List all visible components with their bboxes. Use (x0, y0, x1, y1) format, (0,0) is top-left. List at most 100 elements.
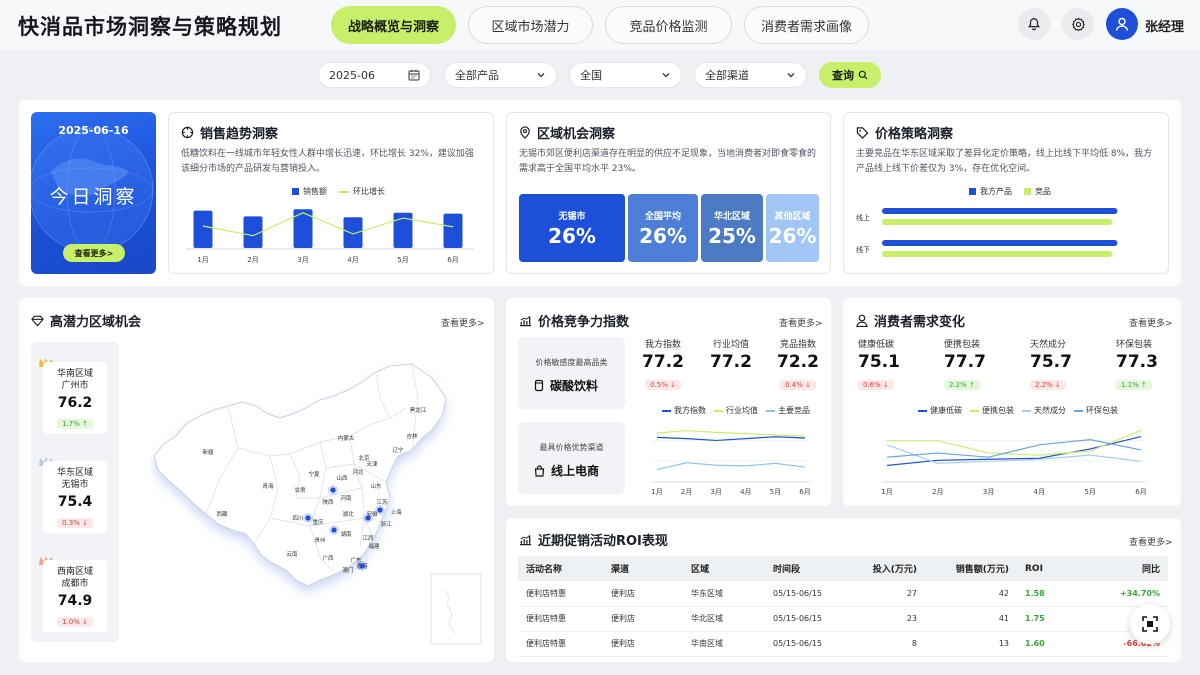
tab-competitor-price[interactable]: 竞品价格监测 (605, 6, 732, 44)
settings-button[interactable] (1062, 8, 1094, 40)
region-card[interactable]: 华东区域 无锡市 75.4 0.3% ↓ (43, 461, 107, 533)
user-icon (1115, 17, 1129, 31)
table-header-cell[interactable]: 同比 (1077, 556, 1168, 581)
table-header-cell[interactable]: 活动名称 (518, 556, 603, 581)
x-tick-label: 3月 (710, 488, 721, 496)
person-icon (856, 314, 868, 327)
change-badge: 1.7% ↑ (57, 419, 93, 429)
map-label: 贵州 (314, 536, 325, 544)
table-row[interactable]: 便利店特惠便利店华北区域05/15-06/1523411.75+32.2 (518, 606, 1168, 632)
price-bar[interactable] (882, 240, 1118, 246)
x-tick-label: 6月 (1135, 488, 1146, 496)
sales-trend-title: 销售趋势洞察 (200, 127, 279, 142)
sales-bar[interactable] (443, 213, 463, 248)
map-marker[interactable] (359, 563, 365, 569)
user-name: 张经理 (1145, 20, 1185, 35)
x-tick-label: 6月 (799, 488, 810, 496)
notification-button[interactable] (1018, 8, 1050, 40)
table-cell: +34.70% (1077, 581, 1168, 607)
stat-box-wuxi: 无锡市 26% (519, 194, 625, 262)
channel-select[interactable]: 全部渠道 (694, 62, 807, 88)
stat-box-other: 其他区域 26% (766, 194, 819, 262)
table-header-cell[interactable]: 区域 (683, 556, 765, 581)
table-header-cell[interactable]: 时间段 (765, 556, 845, 581)
x-tick-label: 2月 (247, 256, 258, 264)
table-row[interactable]: 便利店特惠 便利店 华南区域 05/15-06/15 8 13 1.60 -66.02% (518, 631, 1168, 657)
map-marker[interactable] (365, 515, 371, 521)
high-potential-more-link[interactable]: 查看更多> (441, 316, 485, 329)
legend-swatch (1022, 409, 1031, 412)
map-label: 湖南 (340, 530, 352, 538)
calendar-icon (408, 70, 420, 81)
table-header-cell[interactable]: 渠道 (603, 556, 683, 581)
map-label: 内蒙古 (338, 434, 355, 442)
today-title: 今日洞察 (49, 186, 138, 208)
region-city: 广州市 (61, 381, 89, 391)
china-map[interactable]: 新疆西藏 青海甘肃 内蒙古 黑龙江吉林辽宁北京天津河北山西 宁夏陕西 山东河南四川 重庆 湖北… (150, 358, 490, 648)
change-badge: 2.2% ↓ (1030, 380, 1066, 390)
table-cell: 便利店特惠 (518, 581, 603, 607)
query-button[interactable]: 查询 (819, 62, 881, 88)
series-line (656, 462, 806, 471)
table-cell: 1.58 (1017, 581, 1077, 607)
sales-bar[interactable] (193, 210, 213, 248)
series-line (656, 429, 806, 437)
sensitive-category-value: 碳酸饮料 (550, 379, 599, 393)
table-row[interactable]: 便利店特惠 便利店 华东区域 05/15-06/15 27 42 1.58 +34.70% (518, 581, 1168, 607)
consumer-demand-more-link[interactable]: 查看更多> (1129, 316, 1173, 329)
legend-label: 主要竞品 (778, 406, 810, 415)
avatar[interactable] (1106, 8, 1138, 40)
map-label: 黑龙江 (410, 406, 427, 414)
map-label: 山西 (336, 474, 348, 482)
change-badge: 0.5% ↓ (645, 380, 681, 390)
table-cell: 23 (845, 606, 925, 632)
consumer-legend: 健康低碳 便携包装 天然成分 环保包装 (918, 405, 1118, 416)
table-cell: 8 (845, 631, 925, 657)
competitiveness-metric: 行业均值 77.2 (708, 337, 754, 372)
sales-bar[interactable] (343, 217, 363, 248)
map-label: 湖北 (342, 510, 354, 518)
table-header-cell[interactable]: 销售额(万元) (925, 556, 1017, 581)
map-marker[interactable] (330, 487, 336, 493)
x-tick-label: 6月 (447, 256, 458, 264)
price-bar[interactable] (882, 219, 1113, 225)
map-label: 澳门 (342, 566, 353, 574)
map-marker[interactable] (331, 527, 337, 533)
metric-value: 77.2 (642, 352, 684, 372)
region-area: 华南区域 (56, 369, 93, 379)
region-select[interactable]: 全国 (569, 62, 682, 88)
price-legend: 我方产品 竞品 (969, 186, 1051, 197)
map-marker[interactable] (305, 515, 311, 521)
price-competitiveness-more-link[interactable]: 查看更多> (779, 316, 823, 329)
region-card[interactable]: 西南区域 成都市 74.9 1.0% ↓ (43, 560, 107, 632)
fullscreen-button[interactable] (1130, 604, 1170, 644)
roi-more-link[interactable]: 查看更多> (1129, 535, 1173, 548)
region-card[interactable]: 华南区域 广州市 76.2 1.7% ↑ (43, 362, 107, 434)
metric-label: 竞品指数 (779, 340, 816, 350)
legend-swatch (714, 409, 723, 412)
product-select[interactable]: 全部产品 (444, 62, 557, 88)
map-marker[interactable] (377, 507, 383, 513)
region-score: 75.4 (57, 494, 93, 510)
legend-swatch (969, 188, 976, 195)
price-bar[interactable] (882, 251, 1113, 257)
stat-value: 26% (639, 223, 687, 248)
table-header-cell[interactable]: 投入(万元) (845, 556, 925, 581)
stat-value: 26% (548, 223, 596, 248)
region-city: 成都市 (61, 579, 89, 589)
table-cell: 05/15-06/15 (765, 606, 845, 632)
map-label: 江西 (362, 535, 374, 542)
table-header-cell[interactable]: ROI (1017, 556, 1077, 581)
tab-strategy-overview[interactable]: 战略概览与洞察 (331, 6, 456, 44)
tab-consumer-profile[interactable]: 消费者需求画像 (744, 6, 869, 44)
map-label: 北京 (358, 454, 370, 462)
south-sea-inset (430, 573, 482, 645)
tab-region-potential[interactable]: 区域市场潜力 (468, 6, 593, 44)
today-more-button[interactable]: 查看更多> (63, 244, 125, 262)
date-picker[interactable]: 2025-06 (318, 62, 431, 88)
metric-value: 75.1 (858, 352, 900, 372)
x-tick-label: 1月 (197, 256, 208, 264)
table-cell: 41 (925, 606, 1017, 632)
price-bar[interactable] (882, 208, 1118, 214)
region-insight-title: 区域机会洞察 (537, 127, 616, 142)
